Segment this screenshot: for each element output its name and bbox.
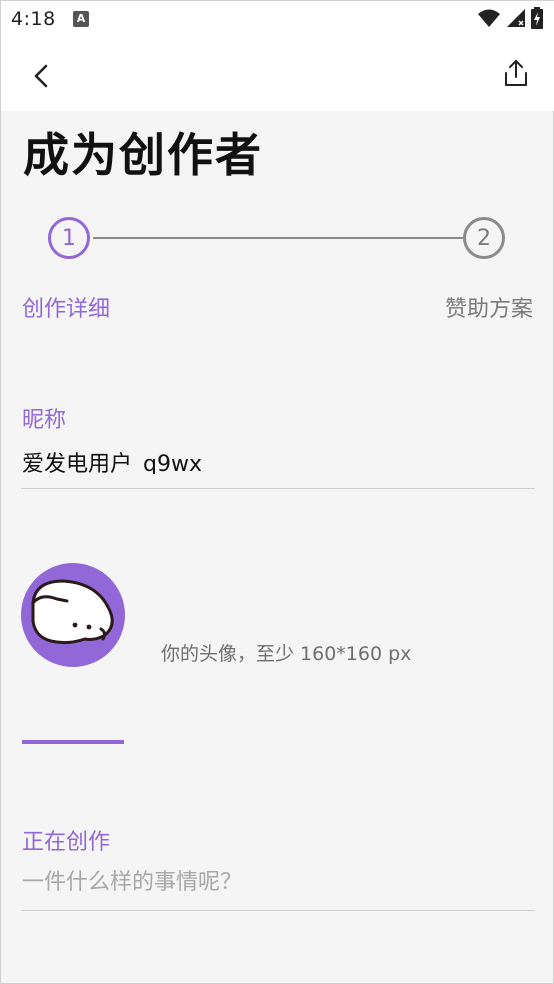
stepper-line (93, 237, 463, 239)
back-button[interactable] (25, 59, 59, 93)
nickname-input[interactable] (22, 449, 532, 474)
page-title: 成为创作者 (23, 128, 263, 182)
creating-underline (21, 910, 535, 911)
signal-icon (506, 9, 525, 27)
creating-input[interactable] (22, 870, 532, 895)
avatar-indicator-bar (22, 740, 124, 744)
nickname-underline (21, 488, 535, 489)
app-bar (1, 39, 554, 111)
avatar[interactable] (21, 563, 125, 667)
status-time: 4:18 (11, 8, 56, 30)
share-icon (505, 60, 527, 86)
step-1-circle[interactable]: 1 (48, 217, 90, 259)
notification-icon: A (73, 11, 89, 27)
step-2-label: 赞助方案 (444, 297, 533, 322)
wifi-icon (477, 9, 500, 27)
step-1-label: 创作详细 (22, 297, 111, 322)
status-icons (477, 7, 543, 31)
avatar-image (31, 579, 114, 645)
avatar-hint: 你的头像，至少 160*160 px (161, 643, 412, 665)
status-bar: 4:18 A (1, 1, 554, 39)
nickname-label: 昵称 (22, 408, 67, 433)
battery-icon (531, 7, 543, 29)
chevron-left-icon (34, 64, 48, 88)
share-button[interactable] (499, 57, 533, 91)
step-2-circle[interactable]: 2 (463, 217, 505, 259)
creating-label: 正在创作 (22, 830, 111, 855)
